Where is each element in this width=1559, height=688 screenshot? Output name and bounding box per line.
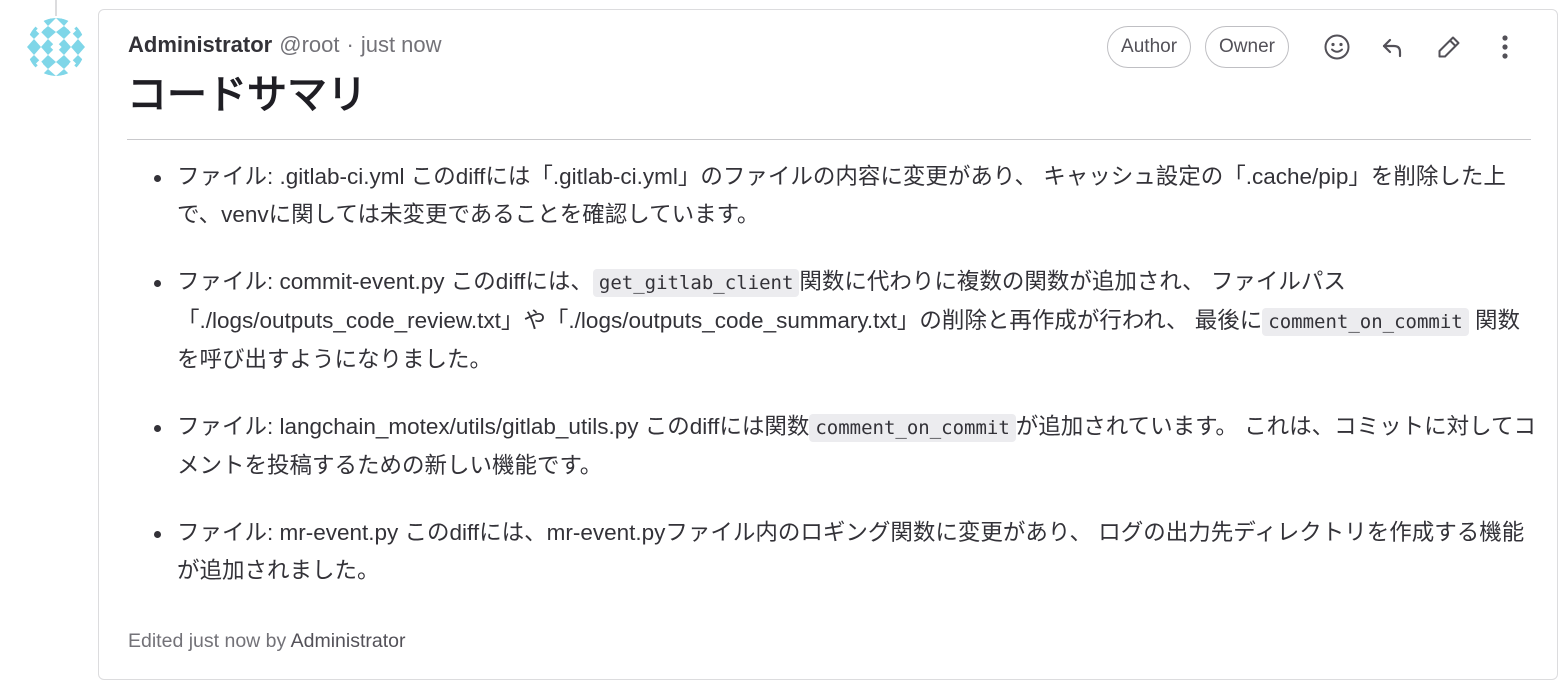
- kebab-menu-icon: [1502, 35, 1508, 59]
- author-name[interactable]: Administrator: [128, 32, 272, 58]
- list-item: ファイル: .gitlab-ci.yml このdiffには「.gitlab-ci…: [154, 158, 1537, 234]
- item-text: ファイル: langchain_motex/utils/gitlab_utils…: [177, 414, 810, 439]
- add-reaction-button[interactable]: [1315, 25, 1359, 69]
- inline-code: get_gitlab_client: [592, 269, 800, 297]
- timeline-connector: [55, 0, 57, 16]
- item-text: ファイル: commit-event.py このdiffには、: [177, 269, 593, 294]
- smiley-icon: [1324, 34, 1350, 60]
- note-timestamp[interactable]: just now: [361, 32, 442, 58]
- header-separator: ·: [346, 32, 354, 57]
- reply-icon: [1382, 38, 1402, 58]
- avatar[interactable]: [27, 18, 85, 76]
- note-actions: Author Owner: [1107, 25, 1527, 69]
- edit-button[interactable]: [1427, 25, 1471, 69]
- note-card: Administrator @root · just now Author Ow…: [98, 9, 1558, 680]
- edited-note: Edited just now by Administrator: [128, 630, 405, 653]
- edited-prefix: Edited just now by: [128, 630, 287, 652]
- pencil-icon: [1438, 36, 1460, 58]
- more-actions-button[interactable]: [1483, 25, 1527, 69]
- author-badge: Author: [1107, 26, 1192, 68]
- inline-code: comment_on_commit: [1262, 308, 1469, 336]
- edited-by-user[interactable]: Administrator: [291, 630, 406, 652]
- item-text: ファイル: mr-event.py このdiffには、mr-event.pyファ…: [177, 520, 1525, 583]
- reply-button[interactable]: [1371, 25, 1415, 69]
- list-item: ファイル: langchain_motex/utils/gitlab_utils…: [154, 408, 1537, 485]
- owner-badge: Owner: [1205, 26, 1289, 68]
- author-handle[interactable]: @root: [279, 32, 339, 58]
- summary-list: ファイル: .gitlab-ci.yml このdiffには「.gitlab-ci…: [154, 158, 1537, 619]
- identicon-avatar: [27, 18, 85, 76]
- list-item: ファイル: mr-event.py このdiffには、mr-event.pyファ…: [154, 514, 1537, 590]
- inline-code: comment_on_commit: [809, 414, 1016, 442]
- note-header: Administrator @root · just now: [128, 32, 442, 62]
- note-title: コードサマリ: [127, 68, 1531, 140]
- list-item: ファイル: commit-event.py このdiffには、 get_gitla…: [154, 263, 1537, 379]
- item-text: ファイル: .gitlab-ci.yml このdiffには「.gitlab-ci…: [177, 164, 1506, 227]
